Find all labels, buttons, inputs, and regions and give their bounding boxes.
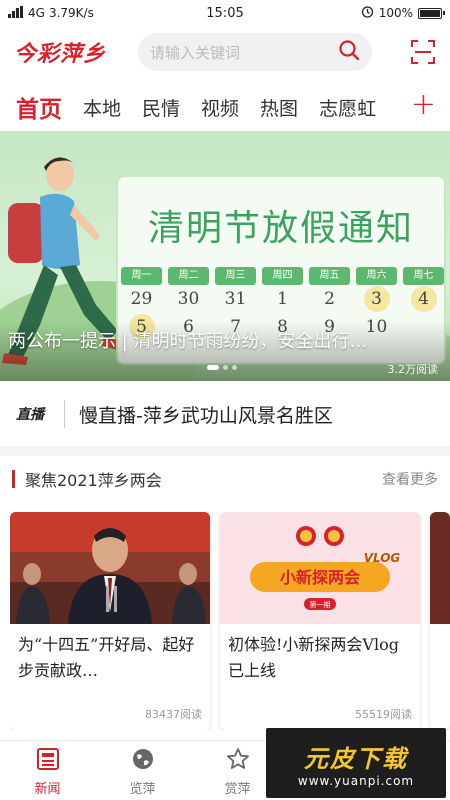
vlog-cover-title: 小新探两会 — [280, 568, 360, 587]
top-banner-carousel[interactable]: 清明节放假通知 周一 周二 周三 周四 周五 周六 周七 29 30 31 1 … — [0, 131, 450, 381]
watermark-text: 元皮下载 — [304, 744, 408, 773]
calendar-day: 1 — [277, 289, 288, 309]
channel-tabs: 首页 本地 民情 视频 热图 志愿虹 + — [0, 84, 450, 134]
weekday-label: 周六 — [356, 267, 397, 285]
news-card[interactable]: 为“十四五”开好局、起好步贡献政… 83437阅读 — [10, 512, 210, 730]
newspaper-icon — [36, 747, 60, 775]
app-logo[interactable]: 今彩萍乡 — [14, 36, 138, 68]
calendar-day: 2 — [324, 289, 335, 309]
alarm-icon — [361, 5, 374, 21]
calendar-day-highlight: 4 — [410, 286, 437, 312]
status-time: 15:05 — [206, 5, 244, 21]
meeting-photo — [10, 512, 210, 624]
status-right: 100% — [272, 5, 445, 21]
calendar-day-highlight: 3 — [363, 286, 390, 312]
search-placeholder: 请输入关键词 — [150, 43, 241, 62]
weekday-label: 周四 — [262, 267, 303, 285]
section-divider — [0, 446, 450, 456]
battery-percent: 100% — [378, 6, 413, 20]
tab-video[interactable]: 视频 — [201, 94, 239, 121]
card-photo — [430, 512, 450, 624]
banner-title[interactable]: 两公布一提示 | 清明时节雨纷纷，安全出行… — [8, 327, 368, 353]
app-header: 今彩萍乡 请输入关键词 — [0, 30, 450, 74]
watermark-logo: 元皮下载 www.yuanpi.com — [266, 728, 446, 798]
news-card[interactable]: 小新探两会 VLOG 第一期 初体验!小新探两会Vlog已上线 55519阅读 — [220, 512, 420, 730]
carrier-label: 4G — [28, 6, 45, 20]
calendar-row: 29 30 31 1 2 3 4 — [118, 285, 448, 313]
carousel-indicator — [207, 365, 237, 370]
nav-browse[interactable]: 览萍 — [95, 741, 190, 800]
carousel-dot[interactable] — [223, 365, 228, 370]
calendar-day-holiday: 4 — [400, 285, 447, 313]
nav-label: 览萍 — [129, 782, 156, 797]
weekday-label: 周五 — [309, 267, 350, 285]
section-header: 聚焦2021萍乡两会 查看更多 — [0, 464, 450, 494]
tab-home[interactable]: 首页 — [16, 90, 62, 134]
weekday-label: 周七 — [403, 267, 444, 285]
card-read-count: 83437阅读 — [145, 708, 202, 721]
weekday-label: 周三 — [215, 267, 256, 285]
section-title: 聚焦2021萍乡两会 — [25, 471, 162, 490]
vlog-badge: VLOG — [364, 551, 401, 565]
search-input[interactable]: 请输入关键词 — [138, 33, 372, 71]
status-bar: 4G 3.79K/s 15:05 100% — [0, 0, 450, 26]
calendar-day: 30 — [177, 289, 200, 309]
signal-icon — [8, 5, 24, 21]
calendar-day: 31 — [224, 289, 247, 309]
calendar-day-holiday: 3 — [353, 285, 400, 313]
watermark-url: www.yuanpi.com — [297, 773, 415, 788]
card-title: 初体验!小新探两会Vlog已上线 — [228, 635, 399, 680]
weekday-label: 周二 — [168, 267, 209, 285]
vlog-cover: 小新探两会 VLOG 第一期 — [220, 512, 420, 624]
battery-icon — [418, 7, 445, 19]
carousel-dot[interactable] — [207, 365, 219, 370]
live-title[interactable]: 慢直播-萍乡武功山风景名胜区 — [79, 401, 333, 428]
add-channel-button[interactable]: + — [411, 90, 436, 120]
banner-headline: 清明节放假通知 — [147, 208, 414, 249]
live-stream-row[interactable]: 直播 慢直播-萍乡武功山风景名胜区 — [0, 392, 450, 436]
calendar-day: 29 — [130, 289, 153, 309]
tab-hot-images[interactable]: 热图 — [260, 94, 298, 121]
news-card-carousel[interactable]: 为“十四五”开好局、起好步贡献政… 83437阅读 小新探两会 VLOG 第一期… — [10, 512, 450, 730]
tab-volunteer[interactable]: 志愿虹 — [319, 94, 376, 121]
carousel-dot[interactable] — [232, 365, 237, 370]
network-speed: 3.79K/s — [48, 6, 94, 20]
weekday-label: 周一 — [121, 267, 162, 285]
live-tag: 直播 — [16, 407, 44, 423]
nav-news[interactable]: 新闻 — [0, 741, 95, 800]
live-separator — [64, 400, 65, 428]
scan-icon[interactable] — [410, 39, 436, 65]
card-photo — [10, 512, 210, 624]
section-accent-bar — [12, 470, 15, 488]
status-left: 4G 3.79K/s — [8, 5, 178, 21]
nav-label: 新闻 — [34, 782, 61, 797]
news-card[interactable] — [430, 512, 450, 730]
tab-public-opinion[interactable]: 民情 — [142, 94, 180, 121]
search-icon[interactable] — [338, 39, 360, 65]
banner-read-count: 3.2万阅读 — [387, 363, 439, 376]
tab-local[interactable]: 本地 — [83, 94, 121, 121]
card-photo: 小新探两会 VLOG 第一期 — [220, 512, 420, 624]
nav-label: 赏萍 — [224, 782, 251, 797]
calendar-weekdays: 周一 周二 周三 周四 周五 周六 周七 — [118, 267, 448, 285]
card-title: 为“十四五”开好局、起好步贡献政… — [18, 635, 195, 680]
globe-icon — [131, 747, 155, 775]
star-icon — [226, 747, 250, 775]
view-more-link[interactable]: 查看更多 — [382, 469, 438, 489]
card-read-count: 55519阅读 — [355, 708, 412, 721]
vlog-episode: 第一期 — [310, 600, 331, 609]
